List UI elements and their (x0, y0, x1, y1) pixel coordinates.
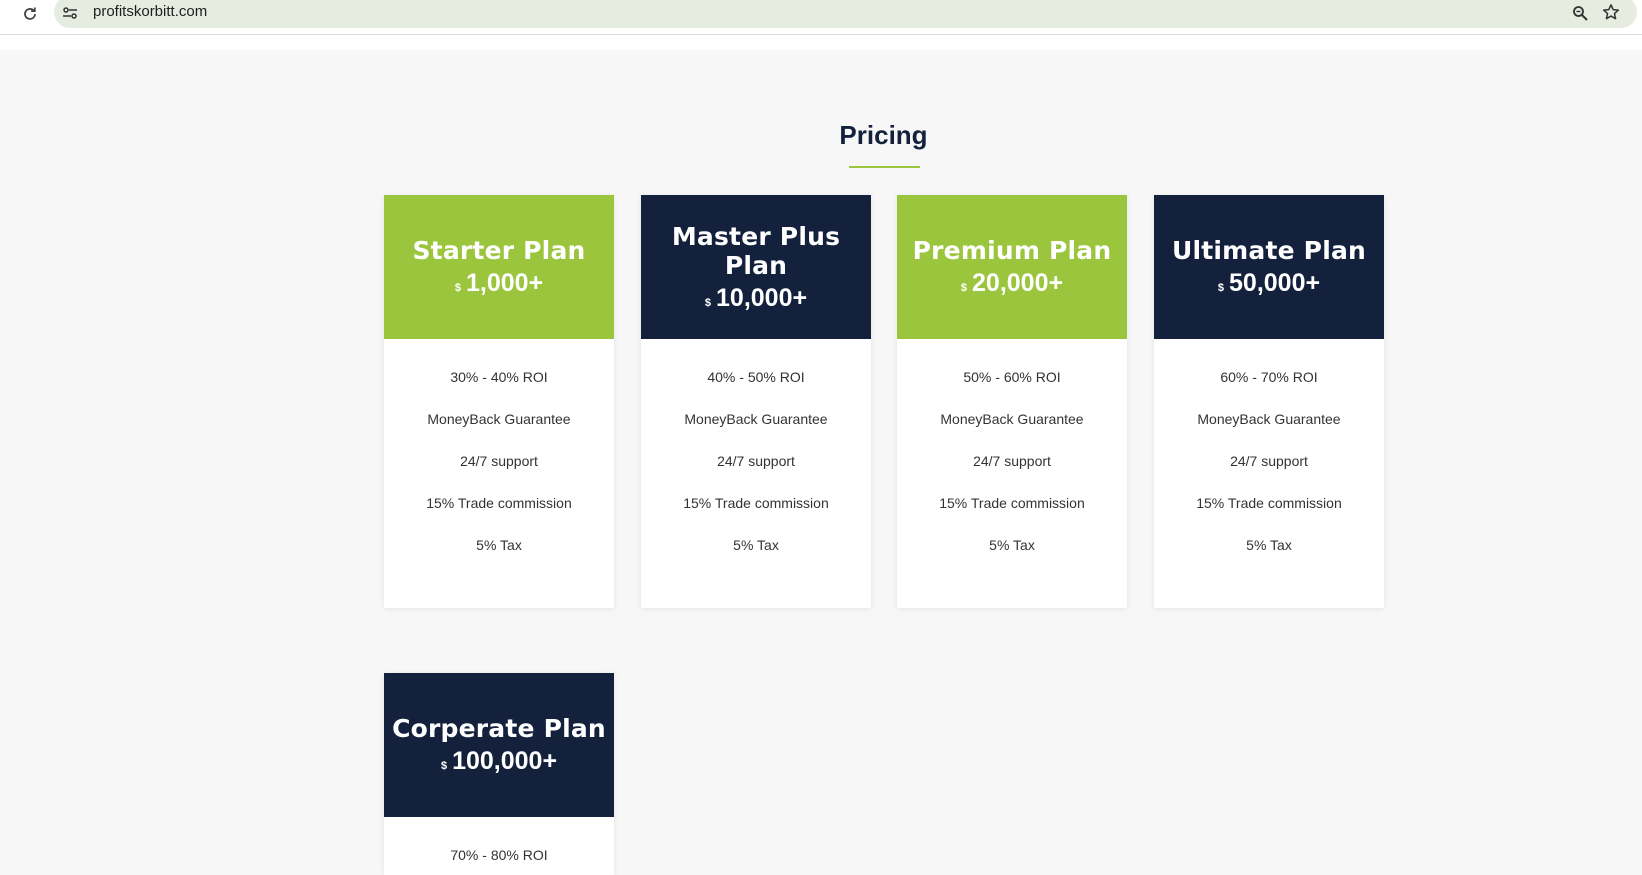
pricing-card-corperate: Corperate Plan $ 100,000+ 70% - 80% ROI (384, 673, 614, 875)
feature-item: 5% Tax (1246, 537, 1292, 553)
url-text[interactable]: profitskorbitt.com (93, 3, 207, 20)
feature-item: MoneyBack Guarantee (427, 411, 571, 427)
feature-item: 24/7 support (1230, 453, 1308, 469)
feature-item: 5% Tax (989, 537, 1035, 553)
page-header-strip (0, 35, 1642, 50)
pricing-card-ultimate: Ultimate Plan $ 50,000+ 60% - 70% ROI Mo… (1154, 195, 1384, 608)
site-settings-icon[interactable] (60, 3, 80, 23)
price-amount: 100,000+ (452, 747, 558, 775)
plan-name: Ultimate Plan (1171, 236, 1367, 265)
feature-item: 24/7 support (460, 453, 538, 469)
card-header: Premium Plan $ 20,000+ (897, 195, 1127, 339)
plan-price: $ 1,000+ (455, 269, 543, 298)
pricing-card-master-plus: Master Plus Plan $ 10,000+ 40% - 50% ROI… (641, 195, 871, 608)
plan-price: $ 10,000+ (705, 284, 807, 313)
feature-list: 50% - 60% ROI MoneyBack Guarantee 24/7 s… (897, 339, 1127, 578)
currency-symbol: $ (704, 296, 712, 309)
pricing-card-premium: Premium Plan $ 20,000+ 50% - 60% ROI Mon… (897, 195, 1127, 608)
zoom-icon[interactable] (1569, 2, 1591, 24)
feature-item: 60% - 70% ROI (1220, 369, 1318, 385)
plan-name: Starter Plan (412, 236, 586, 265)
address-bar[interactable]: profitskorbitt.com (54, 0, 1637, 28)
feature-list: 40% - 50% ROI MoneyBack Guarantee 24/7 s… (641, 339, 871, 578)
plan-name: Corperate Plan (392, 714, 606, 743)
feature-item: 5% Tax (476, 537, 522, 553)
feature-list: 30% - 40% ROI MoneyBack Guarantee 24/7 s… (384, 339, 614, 578)
card-header: Starter Plan $ 1,000+ (384, 195, 614, 339)
feature-item: 70% - 80% ROI (450, 847, 548, 863)
feature-item: 15% Trade commission (426, 495, 572, 511)
plan-name: Master Plus Plan (671, 221, 841, 280)
feature-item: 15% Trade commission (1196, 495, 1342, 511)
feature-item: MoneyBack Guarantee (684, 411, 828, 427)
plan-price: $ 50,000+ (1218, 269, 1320, 298)
feature-list: 70% - 80% ROI (384, 817, 614, 875)
price-amount: 50,000+ (1229, 269, 1321, 297)
feature-item: 15% Trade commission (939, 495, 1085, 511)
feature-item: MoneyBack Guarantee (940, 411, 1084, 427)
currency-symbol: $ (960, 282, 968, 294)
price-amount: 10,000+ (716, 283, 808, 312)
currency-symbol: $ (440, 760, 448, 772)
plan-price: $ 20,000+ (961, 269, 1063, 298)
reload-icon[interactable] (18, 2, 42, 26)
currency-symbol: $ (1217, 282, 1225, 294)
bookmark-star-icon[interactable] (1600, 1, 1622, 23)
feature-item: MoneyBack Guarantee (1197, 411, 1341, 427)
card-header: Ultimate Plan $ 50,000+ (1154, 195, 1384, 339)
pricing-card-starter: Starter Plan $ 1,000+ 30% - 40% ROI Mone… (384, 195, 614, 608)
feature-item: 50% - 60% ROI (963, 369, 1061, 385)
price-amount: 1,000+ (465, 269, 544, 297)
feature-item: 40% - 50% ROI (707, 369, 805, 385)
title-underline (849, 166, 920, 168)
feature-item: 24/7 support (973, 453, 1051, 469)
plan-price: $ 100,000+ (441, 747, 557, 776)
section-title: Pricing (839, 120, 928, 150)
feature-item: 24/7 support (717, 453, 795, 469)
card-header: Master Plus Plan $ 10,000+ (641, 195, 871, 339)
feature-item: 30% - 40% ROI (450, 369, 548, 385)
browser-toolbar: profitskorbitt.com (0, 0, 1642, 34)
card-header: Corperate Plan $ 100,000+ (384, 673, 614, 817)
plan-name: Premium Plan (912, 236, 1112, 265)
feature-item: 15% Trade commission (683, 495, 829, 511)
feature-item: 5% Tax (733, 537, 779, 553)
feature-list: 60% - 70% ROI MoneyBack Guarantee 24/7 s… (1154, 339, 1384, 578)
currency-symbol: $ (454, 282, 461, 294)
price-amount: 20,000+ (972, 269, 1064, 297)
